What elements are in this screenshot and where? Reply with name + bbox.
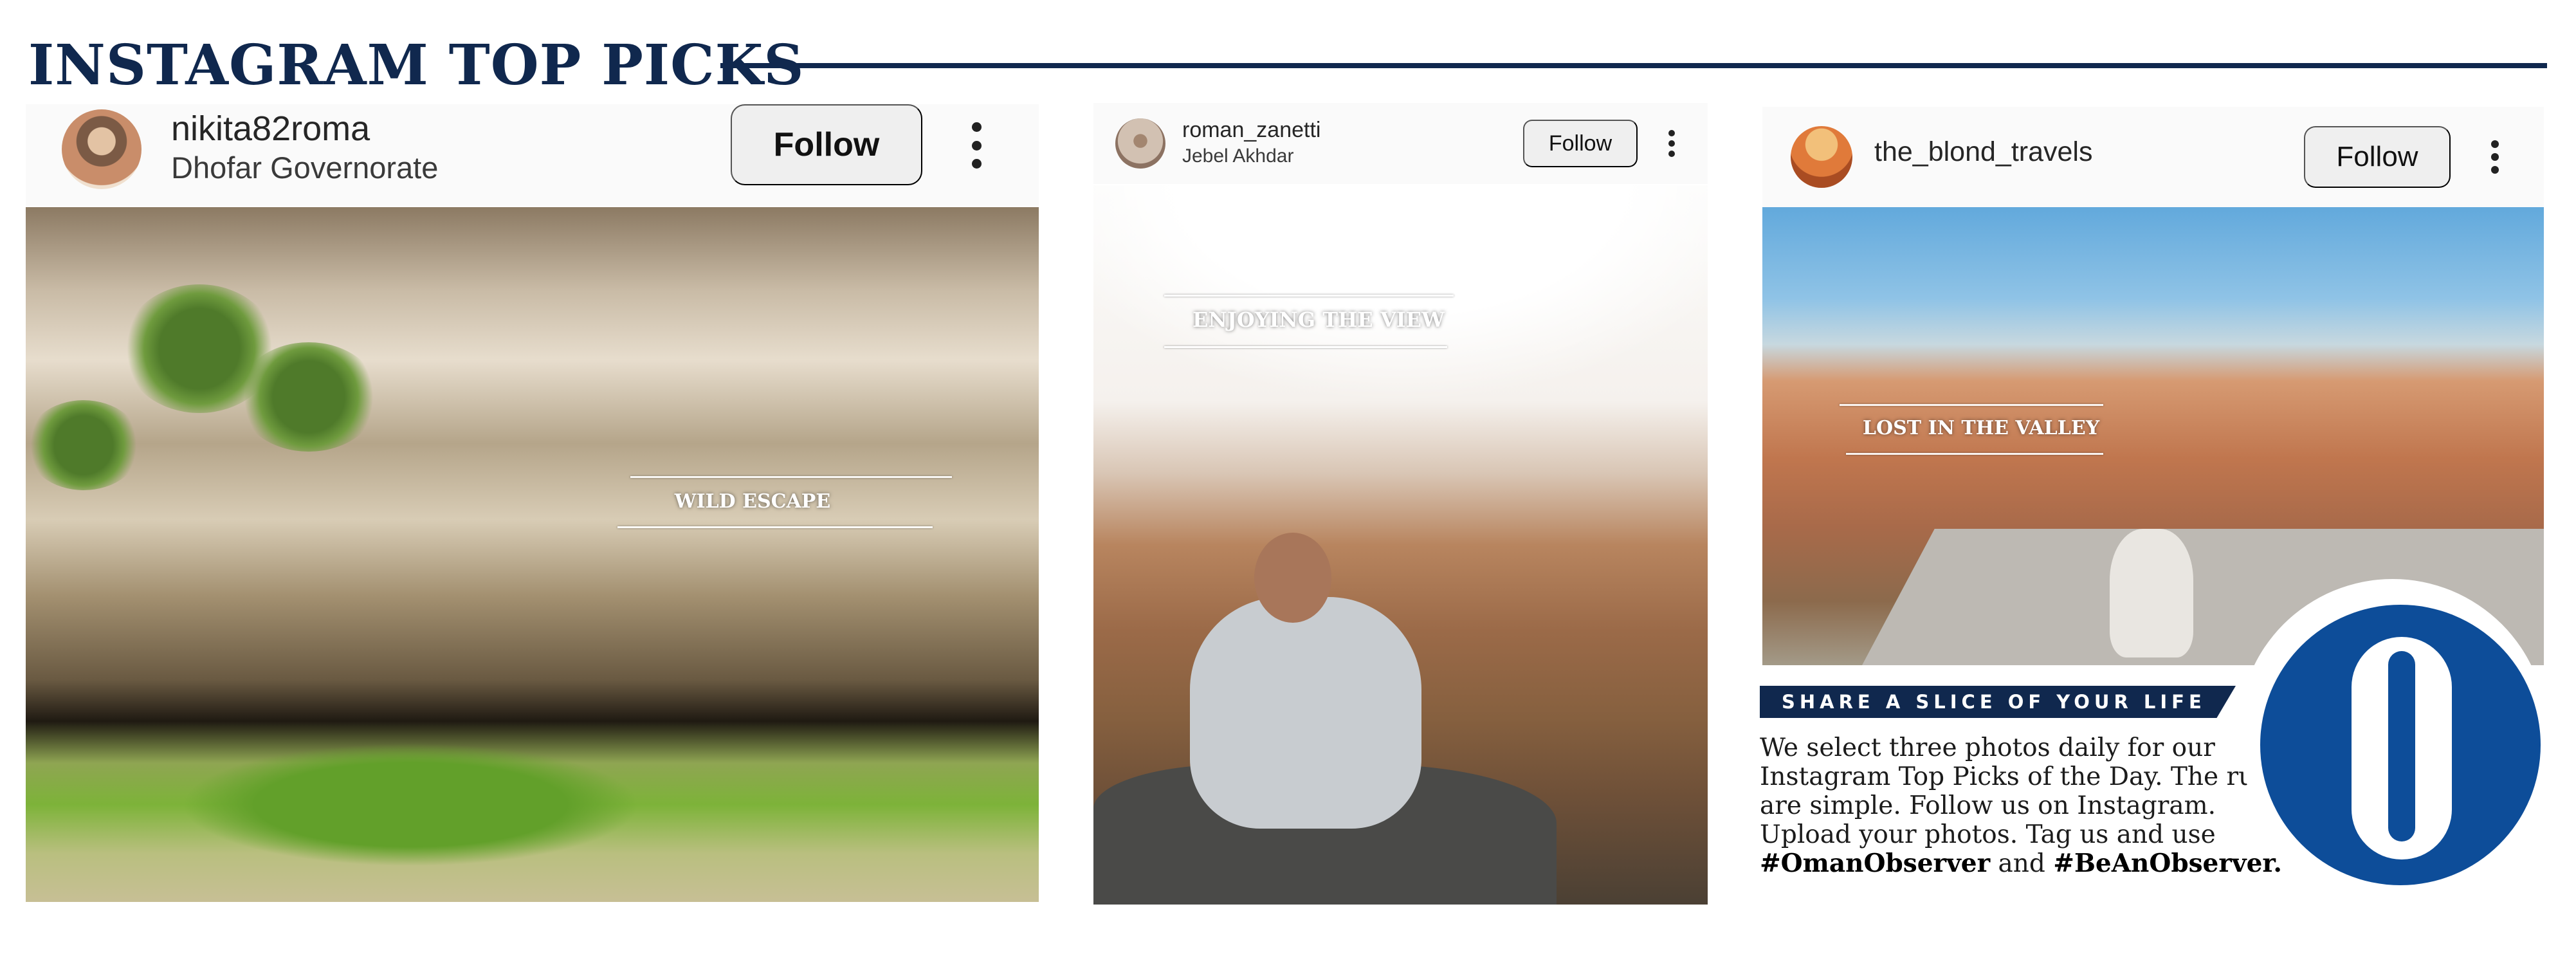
share-body: We select three photos daily for our Ins…	[1760, 733, 2294, 878]
follow-button[interactable]: Follow	[1523, 120, 1638, 167]
more-options-icon[interactable]	[2490, 140, 2499, 174]
person	[1190, 597, 1421, 829]
person-head	[1254, 533, 1331, 623]
post-header-1: nikita82roma Dhofar Governorate Follow	[26, 104, 1039, 206]
location[interactable]: Jebel Akhdar	[1182, 144, 1320, 169]
avatar[interactable]	[1115, 118, 1165, 169]
page-title: INSTAGRAM TOP PICKS	[28, 33, 805, 98]
observer-logo-letter-inner	[2388, 651, 2415, 841]
post-header-2: roman_zanetti Jebel Akhdar Follow	[1093, 103, 1708, 184]
avatar[interactable]	[1791, 126, 1852, 188]
user-info: roman_zanetti Jebel Akhdar	[1182, 116, 1320, 169]
more-options-icon[interactable]	[1667, 130, 1676, 157]
title-divider	[720, 63, 2547, 68]
hashtag-be-an-observer[interactable]: #BeAnObserver.	[2053, 849, 2282, 878]
share-connector: and	[1998, 849, 2045, 878]
location[interactable]: Dhofar Governorate	[171, 149, 438, 187]
hiker	[2110, 529, 2193, 657]
share-heading: SHARE A SLICE OF YOUR LIFE	[1760, 686, 2236, 718]
username[interactable]: the_blond_travels	[1874, 134, 2092, 170]
photo-caption: LOST IN THE VALLEY	[1840, 400, 2123, 464]
avatar[interactable]	[62, 109, 142, 189]
photo-caption: WILD ESCAPE	[617, 471, 952, 535]
plant	[26, 400, 142, 490]
post-photo-2: ENJOYING THE VIEW	[1093, 185, 1708, 905]
hashtag-oman-observer[interactable]: #OmanObserver	[1760, 849, 1990, 878]
post-header-3: the_blond_travels Follow	[1762, 107, 2544, 207]
username[interactable]: nikita82roma	[171, 108, 438, 149]
user-info: the_blond_travels	[1874, 134, 2092, 170]
user-info: nikita82roma Dhofar Governorate	[171, 108, 438, 187]
post-photo-1: WILD ESCAPE	[26, 207, 1039, 902]
follow-button[interactable]: Follow	[2304, 126, 2451, 188]
follow-button[interactable]: Follow	[731, 104, 922, 185]
more-options-icon[interactable]	[970, 122, 983, 169]
share-body-text: We select three photos daily for our Ins…	[1760, 733, 2290, 849]
photo-caption: ENJOYING THE VIEW	[1164, 288, 1473, 359]
username[interactable]: roman_zanetti	[1182, 116, 1320, 144]
plant	[238, 342, 379, 452]
